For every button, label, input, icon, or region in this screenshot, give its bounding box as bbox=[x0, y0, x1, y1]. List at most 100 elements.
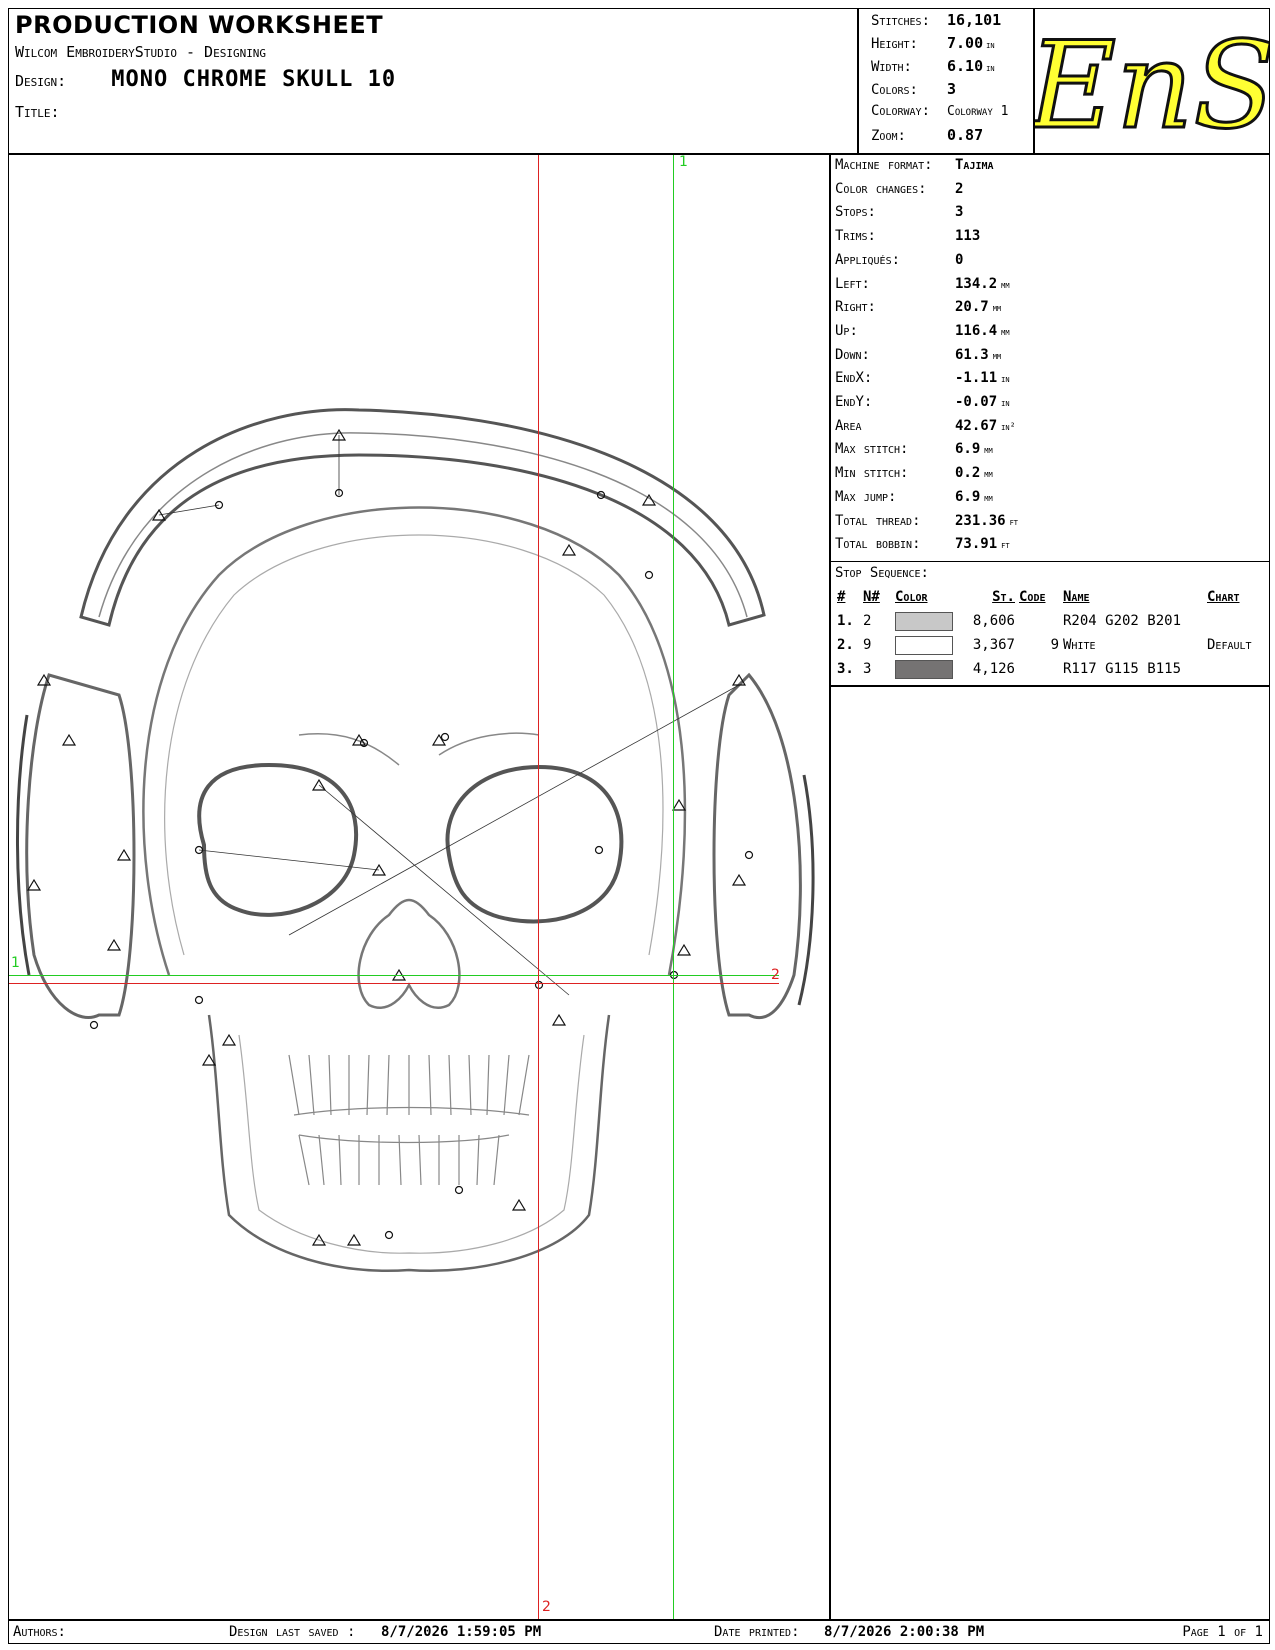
info-row: Stops: 3 bbox=[835, 204, 1255, 220]
info-value: 0.2 bbox=[955, 465, 981, 482]
info-unit: mm bbox=[984, 445, 993, 457]
col-hash: # bbox=[837, 589, 846, 605]
info-row: Total thread: 231.36 ft bbox=[835, 513, 1255, 529]
info-value: 6.9 bbox=[955, 441, 981, 458]
info-label: Min stitch: bbox=[835, 465, 909, 482]
design-line: Design: MONO CHROME SKULL 10 bbox=[15, 67, 396, 92]
info-label: Left: bbox=[835, 275, 870, 292]
col-needle: N# bbox=[863, 589, 880, 605]
stat-colors: Colors: 3 bbox=[871, 80, 1041, 98]
info-row: Left: 134.2 mm bbox=[835, 276, 1255, 292]
info-label: EndY: bbox=[835, 394, 873, 410]
stat-width: Width: 6.10 in bbox=[871, 57, 1041, 75]
info-label: Max stitch: bbox=[835, 441, 909, 458]
info-value: 116.4 bbox=[955, 322, 998, 339]
info-label: EndX: bbox=[835, 370, 873, 387]
right-ear-cup bbox=[712, 672, 802, 1019]
info-value: 61.3 bbox=[955, 346, 989, 363]
col-chart: Chart bbox=[1207, 589, 1240, 605]
info-row: Right: 20.7 mm bbox=[835, 299, 1255, 315]
stat-colorway: Colorway: Colorway 1 bbox=[871, 103, 1041, 119]
stat-value: 3 bbox=[947, 80, 957, 98]
stop-color bbox=[893, 609, 957, 633]
machine-info-panel: Machine format: Tajima Color changes: 2 Stop… bbox=[830, 154, 1270, 686]
logo-lettering: EnS bbox=[1035, 17, 1269, 153]
nasal-cavity bbox=[357, 898, 461, 1009]
info-row: Total bobbin: 73.91 ft bbox=[835, 536, 1255, 552]
info-row: Color changes: 2 bbox=[835, 181, 1255, 197]
info-label: Color changes: bbox=[835, 180, 927, 197]
stop-sequence-title: Stop Sequence: bbox=[835, 565, 929, 581]
axis-green-label-top: 1 bbox=[679, 154, 688, 170]
skull-headphones-artwork bbox=[15, 408, 815, 1272]
info-row: EndX: -1.11 in bbox=[835, 370, 1255, 386]
axis-green-vertical bbox=[673, 155, 674, 1619]
stop-row: 2. 9 3,367 9 White Default bbox=[835, 633, 1265, 657]
header-panel: PRODUCTION WORKSHEET Wilcom EmbroiderySt… bbox=[8, 8, 858, 154]
info-row: Max jump: 6.9 mm bbox=[835, 489, 1255, 505]
axis-red-label-bottom: 2 bbox=[542, 1599, 551, 1615]
axis-red-horizontal bbox=[9, 983, 779, 984]
stop-name: White bbox=[1063, 637, 1096, 653]
info-unit: mm bbox=[984, 469, 993, 481]
software-name: Wilcom EmbroideryStudio - Designing bbox=[15, 43, 267, 61]
info-label: Appliqués: bbox=[835, 251, 901, 268]
info-unit: mm bbox=[1001, 279, 1010, 291]
stop-index: 2. bbox=[837, 637, 854, 653]
stop-chart bbox=[1205, 609, 1265, 633]
info-row: Appliqués: 0 bbox=[835, 252, 1255, 268]
info-value: 134.2 bbox=[955, 275, 998, 292]
info-value: 6.9 bbox=[955, 488, 981, 505]
info-label: Stops: bbox=[835, 204, 876, 221]
stat-value: 6.10 bbox=[947, 57, 984, 75]
stat-label: Height: bbox=[871, 36, 918, 52]
stat-height: Height: 7.00 in bbox=[871, 34, 1041, 52]
info-unit: mm bbox=[992, 350, 1002, 362]
axis-green-horizontal bbox=[9, 975, 779, 976]
stop-color bbox=[893, 657, 957, 681]
title-label: Title: bbox=[15, 103, 60, 121]
printed-label: Date printed: bbox=[714, 1624, 800, 1640]
info-row: Machine format: Tajima bbox=[835, 157, 1255, 173]
color-swatch bbox=[895, 659, 953, 679]
info-value: 113 bbox=[955, 228, 981, 245]
stop-stitches: 8,606 bbox=[972, 613, 1015, 629]
design-stats: Stitches: 16,101 Height: 7.00 in Width: 6.10… bbox=[858, 8, 1034, 154]
col-stitches: St. bbox=[992, 589, 1015, 605]
saved-label: Design last saved : bbox=[229, 1624, 356, 1640]
brand-logo: EnS bbox=[1025, 8, 1275, 158]
teeth bbox=[288, 1054, 530, 1186]
stop-row: 1. 2 8,606 R204 G202 B201 bbox=[835, 609, 1265, 633]
stop-needle: 3 bbox=[863, 661, 872, 677]
stat-label: Stitches: bbox=[871, 13, 931, 29]
color-swatch bbox=[895, 635, 953, 655]
info-row: Min stitch: 0.2 mm bbox=[835, 465, 1255, 481]
left-ear-cup bbox=[25, 673, 136, 1019]
stop-needle: 2 bbox=[863, 613, 872, 629]
info-value: 2 bbox=[955, 180, 964, 197]
stat-unit: in bbox=[986, 63, 995, 74]
left-eye-socket bbox=[197, 762, 359, 917]
stop-name: R204 G202 B201 bbox=[1063, 613, 1182, 629]
info-label: Max jump: bbox=[835, 488, 897, 505]
info-value: -0.07 bbox=[955, 394, 998, 410]
info-value: Tajima bbox=[955, 157, 994, 173]
stop-row: 3. 3 4,126 R117 G115 B115 bbox=[835, 657, 1265, 681]
info-row: Up: 116.4 mm bbox=[835, 323, 1255, 339]
info-label: Total thread: bbox=[835, 512, 921, 529]
col-name: Name bbox=[1063, 589, 1090, 605]
info-value: 0 bbox=[955, 251, 964, 268]
stop-index: 1. bbox=[837, 613, 854, 629]
stop-chart bbox=[1205, 657, 1265, 681]
stat-value: 16,101 bbox=[947, 11, 1002, 29]
info-row: Down: 61.3 mm bbox=[835, 347, 1255, 363]
printed-date: 8/7/2026 2:00:38 PM bbox=[824, 1624, 985, 1640]
stop-index: 3. bbox=[837, 661, 854, 677]
info-row: Area 42.67 in² bbox=[835, 418, 1255, 434]
stat-value: Colorway 1 bbox=[947, 104, 1009, 119]
stop-name: R117 G115 B115 bbox=[1063, 661, 1182, 677]
design-preview: 1 1 2 2 bbox=[8, 154, 830, 1620]
stat-zoom: Zoom: 0.87 bbox=[871, 126, 1041, 144]
right-eye-socket bbox=[445, 764, 624, 924]
worksheet-title: PRODUCTION WORKSHEET bbox=[15, 11, 384, 39]
